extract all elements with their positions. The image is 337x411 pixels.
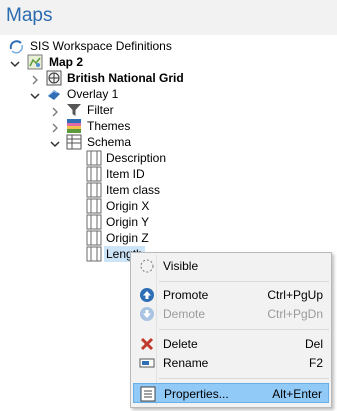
properties-icon bbox=[140, 386, 156, 402]
tree-node-field[interactable]: Item ID bbox=[86, 166, 286, 182]
chevron-down-icon[interactable] bbox=[10, 57, 20, 68]
field-column-icon bbox=[86, 214, 102, 230]
globe-grid-icon bbox=[46, 70, 62, 86]
panel-title: Maps bbox=[6, 5, 53, 26]
tree-label-overlay: Overlay 1 bbox=[67, 87, 119, 101]
tree-label-field: Origin X bbox=[106, 199, 150, 213]
tree-node-grid[interactable]: British National Grid bbox=[30, 70, 330, 86]
field-column-icon bbox=[86, 166, 102, 182]
tree-node-filter[interactable]: Filter bbox=[50, 102, 330, 118]
tree-label-field: Item ID bbox=[106, 167, 145, 181]
menu-item-label: Rename bbox=[163, 356, 209, 370]
tree-label-schema: Schema bbox=[87, 135, 132, 149]
menu-item-label: Visible bbox=[163, 259, 199, 273]
menu-item-label: Delete bbox=[163, 337, 198, 351]
menu-item-label: Demote bbox=[163, 307, 206, 321]
field-column-icon bbox=[86, 230, 102, 246]
tree-node-root[interactable]: SIS Workspace Definitions bbox=[8, 38, 308, 54]
visible-dotted-circle-icon bbox=[139, 258, 155, 274]
menu-item-rename[interactable]: Rename F2 bbox=[133, 353, 329, 373]
tree-label-grid: British National Grid bbox=[67, 71, 184, 85]
menu-separator bbox=[159, 329, 329, 330]
chevron-right-icon[interactable] bbox=[30, 73, 40, 85]
tree-node-field[interactable]: Origin X bbox=[86, 198, 286, 214]
tree-label-themes: Themes bbox=[87, 119, 131, 133]
tree-label-field: Item class bbox=[106, 183, 161, 197]
overlay-icon bbox=[46, 86, 62, 102]
tree-node-field[interactable]: Description bbox=[86, 150, 286, 166]
tree-node-field[interactable]: Origin Y bbox=[86, 214, 286, 230]
tree-label-root: SIS Workspace Definitions bbox=[30, 39, 172, 53]
field-column-icon bbox=[86, 150, 102, 166]
chevron-right-icon[interactable] bbox=[50, 121, 60, 133]
menu-item-shortcut: Ctrl+PgDn bbox=[267, 307, 323, 321]
demote-arrow-down-icon bbox=[139, 306, 155, 322]
chevron-down-icon[interactable] bbox=[50, 137, 60, 148]
tree-node-schema[interactable]: Schema bbox=[50, 134, 330, 150]
tree-label-field: Origin Z bbox=[106, 231, 149, 245]
workspace-icon bbox=[8, 38, 24, 54]
chevron-down-icon[interactable] bbox=[30, 89, 40, 100]
themes-palette-icon bbox=[66, 118, 82, 134]
field-column-icon bbox=[86, 246, 102, 262]
tree-node-themes[interactable]: Themes bbox=[50, 118, 330, 134]
menu-item-shortcut: F2 bbox=[308, 356, 323, 370]
rename-icon bbox=[139, 355, 155, 371]
menu-item-delete[interactable]: Delete Del bbox=[133, 334, 329, 354]
menu-separator bbox=[159, 378, 329, 379]
schema-table-icon bbox=[66, 134, 82, 150]
delete-x-icon bbox=[139, 336, 155, 352]
menu-item-shortcut: Del bbox=[304, 337, 323, 351]
tree-node-field[interactable]: Origin Z bbox=[86, 230, 286, 246]
promote-arrow-up-icon bbox=[139, 287, 155, 303]
tree-label-field: Origin Y bbox=[106, 215, 150, 229]
menu-item-visible[interactable]: Visible bbox=[133, 256, 329, 276]
tree-label-field: Description bbox=[106, 151, 167, 165]
field-column-icon bbox=[86, 182, 102, 198]
menu-separator bbox=[159, 281, 329, 282]
menu-item-shortcut: Alt+Enter bbox=[272, 387, 322, 401]
panel-title-bar: Maps bbox=[0, 0, 337, 35]
tree-node-overlay[interactable]: Overlay 1 bbox=[30, 86, 330, 102]
tree-node-field[interactable]: Item class bbox=[86, 182, 286, 198]
menu-item-promote[interactable]: Promote Ctrl+PgUp bbox=[133, 285, 329, 305]
field-column-icon bbox=[86, 198, 102, 214]
context-menu: Visible Promote Ctrl+PgUp Demote Ctrl+Pg… bbox=[130, 252, 332, 408]
tree-node-map[interactable]: Map 2 bbox=[10, 54, 310, 70]
tree-label-filter: Filter bbox=[87, 103, 114, 117]
tree-label-map: Map 2 bbox=[49, 55, 84, 69]
map-icon bbox=[27, 54, 43, 70]
filter-funnel-icon bbox=[66, 102, 82, 118]
menu-item-properties[interactable]: Properties... Alt+Enter bbox=[133, 383, 329, 403]
chevron-right-icon[interactable] bbox=[50, 105, 60, 117]
menu-item-label: Properties... bbox=[164, 387, 229, 401]
menu-item-shortcut: Ctrl+PgUp bbox=[267, 288, 323, 302]
menu-item-label: Promote bbox=[163, 288, 209, 302]
menu-item-demote[interactable]: Demote Ctrl+PgDn bbox=[133, 304, 329, 324]
